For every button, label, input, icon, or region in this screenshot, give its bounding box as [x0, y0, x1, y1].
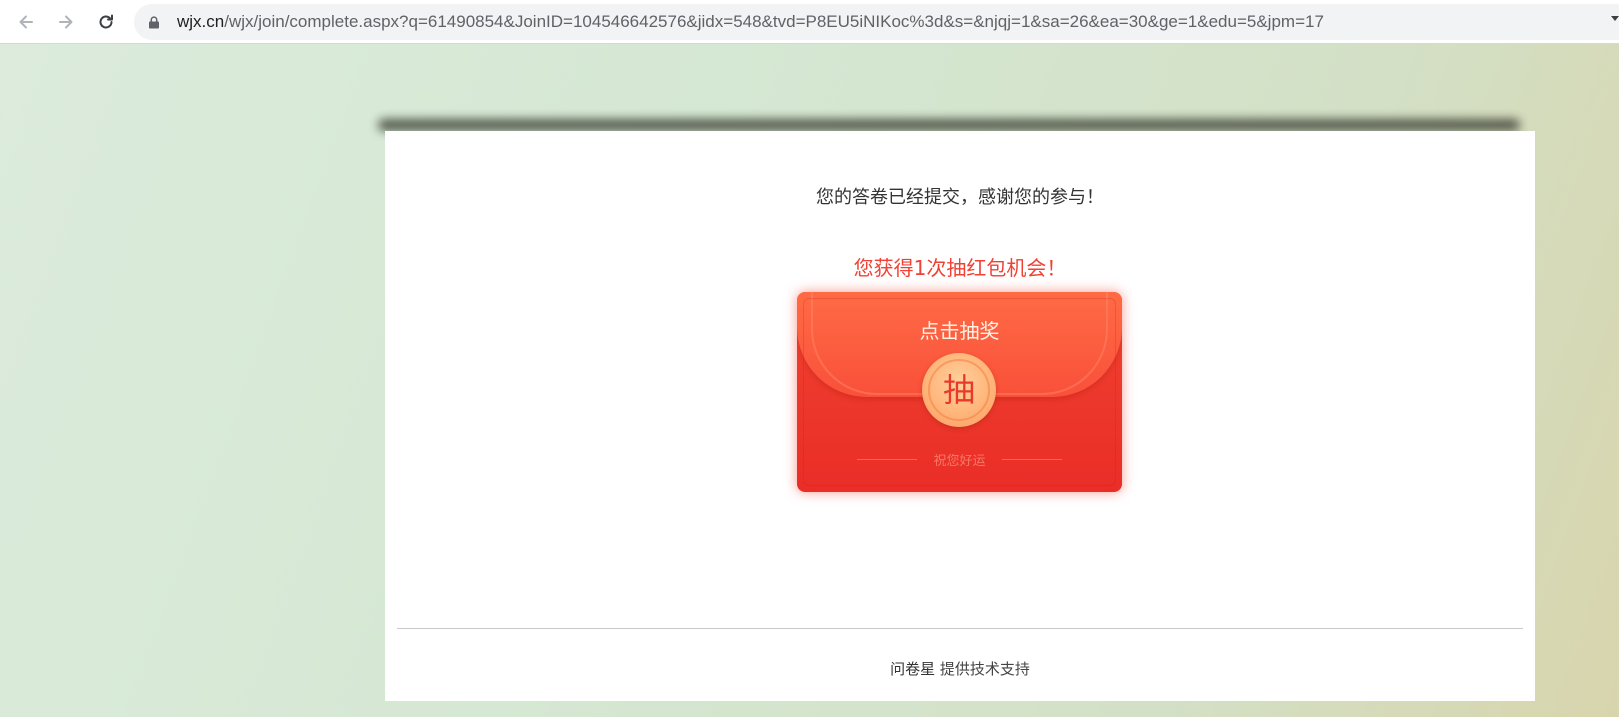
red-packet-title: 点击抽奖 [919, 319, 1000, 343]
footer-support-text: 提供技术支持 [939, 660, 1030, 678]
back-arrow-icon [19, 15, 33, 29]
card-top-shadow [378, 119, 1520, 131]
reload-button[interactable] [92, 8, 120, 36]
completion-card: 您的答卷已经提交，感谢您的参与！ 您获得1次抽红包机会！ 点击抽奖 抽 祝您好运… [385, 131, 1535, 701]
red-packet-button[interactable]: 点击抽奖 抽 祝您好运 [797, 292, 1122, 492]
forward-button[interactable] [52, 8, 80, 36]
footer: 问卷星 提供技术支持 [385, 658, 1535, 679]
lock-icon[interactable] [148, 16, 160, 29]
url-path: /wjx/join/complete.aspx?q=61490854&JoinI… [224, 12, 1324, 31]
draw-coin-button[interactable]: 抽 [922, 353, 996, 427]
footer-brand-link[interactable]: 问卷星 [890, 660, 935, 678]
url-host: wjx.cn [177, 12, 225, 31]
draw-coin-label: 抽 [942, 371, 975, 409]
lottery-chance-text: 您获得1次抽红包机会！ [853, 256, 1067, 280]
blessing-divider-right [1002, 459, 1062, 460]
reload-icon [99, 14, 113, 29]
back-button[interactable] [12, 8, 40, 36]
menu-caret-icon[interactable] [1611, 16, 1619, 21]
url-text[interactable]: wjx.cn/wjx/join/complete.aspx?q=61490854… [177, 4, 1324, 40]
thanks-message: 您的答卷已经提交，感谢您的参与！ [816, 187, 1104, 208]
footer-divider [397, 628, 1523, 629]
blessing-text: 祝您好运 [933, 454, 986, 469]
forward-arrow-icon [59, 15, 73, 29]
address-bar[interactable]: wjx.cn/wjx/join/complete.aspx?q=61490854… [134, 4, 1619, 40]
browser-toolbar: wjx.cn/wjx/join/complete.aspx?q=61490854… [0, 0, 1619, 44]
